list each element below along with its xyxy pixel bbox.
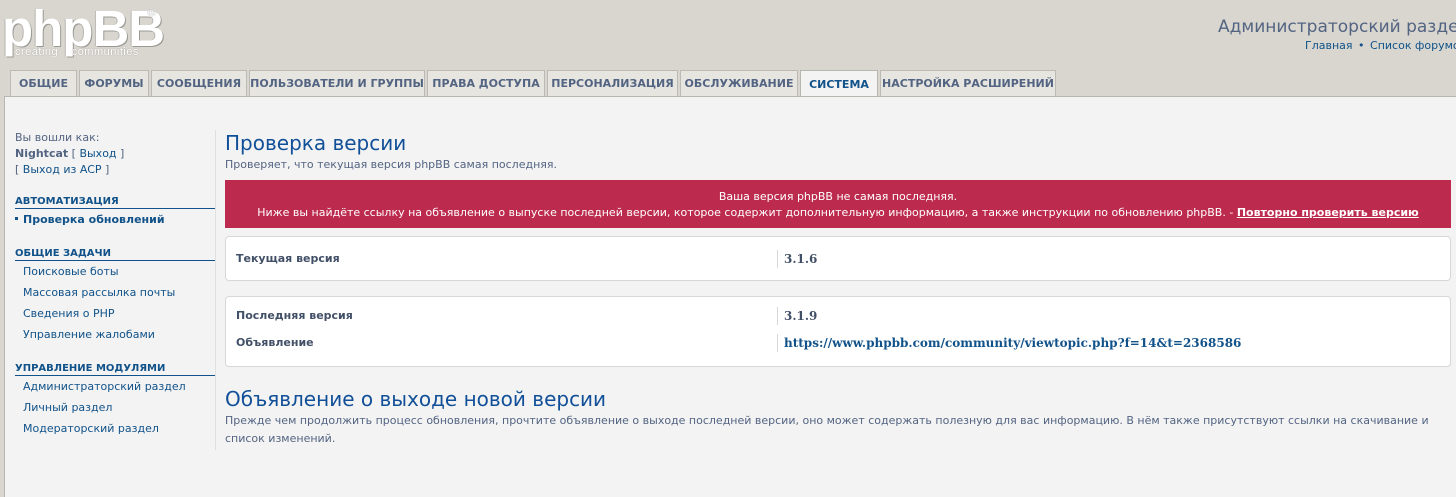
phpbb-logo[interactable]: phpBB ® creating communities: [2, 3, 165, 60]
logged-in-label: Вы вошли как:: [15, 131, 100, 144]
page-description: Проверяет, что текущая версия phpBB сама…: [225, 158, 557, 171]
login-info: Вы вошли как: Nightcat [ Выход ] [ Выход…: [15, 130, 215, 178]
announcement-section-text: Прежде чем продолжить процесс обновления…: [225, 414, 1429, 445]
menu-item-acp-modules[interactable]: Администраторский раздел: [15, 376, 215, 397]
announcement-link[interactable]: https://www.phpbb.com/community/viewtopi…: [784, 336, 1241, 350]
menu-item-ucp-modules[interactable]: Личный раздел: [15, 397, 215, 418]
error-line-1: Ваша версия phpBB не самая последняя.: [718, 190, 958, 203]
current-version-label: Текущая версия: [236, 252, 340, 265]
tab-extensions[interactable]: Настройка расширений: [880, 70, 1056, 96]
bracket-open: [: [15, 163, 20, 176]
menu-heading-general-tasks: Общие задачи: [15, 248, 215, 261]
header-links: Главная • Список форумов: [1305, 39, 1456, 52]
bracket-close: ]: [120, 147, 125, 160]
tab-forums[interactable]: Форумы: [79, 70, 149, 96]
logo-tagline: creating communities: [15, 46, 139, 58]
menu-item-mcp-modules[interactable]: Модераторский раздел: [15, 418, 215, 439]
tab-permissions[interactable]: Права доступа: [427, 70, 545, 96]
latest-version-box: Последняя версия 3.1.9 Объявление https:…: [225, 296, 1451, 367]
bracket-close: ]: [105, 163, 110, 176]
announcement-section-title: Объявление о выходе новой версии: [225, 387, 607, 411]
home-link[interactable]: Главная: [1305, 39, 1353, 52]
latest-version-value: 3.1.9: [777, 306, 817, 325]
menu-item-mass-email[interactable]: Массовая рассылка почты: [15, 282, 215, 303]
error-line-2: Ниже вы найдёте ссылку на объявление о в…: [225, 205, 1451, 221]
outdated-version-error: Ваша версия phpBB не самая последняя. Ни…: [225, 180, 1451, 228]
tab-system[interactable]: Система: [800, 70, 878, 97]
main-content: Проверка версии Проверяет, что текущая в…: [225, 130, 1451, 448]
menu-item-report-reasons[interactable]: Управление жалобами: [15, 324, 215, 345]
sidebar-divider: [215, 130, 216, 450]
error-text: Ниже вы найдёте ссылку на объявление о в…: [257, 206, 1234, 219]
current-version-row: Текущая версия 3.1.6: [236, 245, 1440, 272]
bracket-open: [: [71, 147, 76, 160]
forum-list-link[interactable]: Список форумов: [1370, 39, 1456, 52]
username: Nightcat: [15, 147, 69, 160]
latest-version-row: Последняя версия 3.1.9: [236, 302, 1440, 329]
current-version-value: 3.1.6: [777, 249, 817, 268]
logout-link[interactable]: Выход: [79, 147, 116, 160]
tab-general[interactable]: Общие: [10, 70, 77, 96]
menu-item-php-info[interactable]: Сведения о PHP: [15, 303, 215, 324]
recheck-version-link[interactable]: Повторно проверить версию: [1237, 206, 1419, 219]
announcement-row: Объявление https://www.phpbb.com/communi…: [236, 329, 1440, 356]
user-line: Nightcat [ Выход ]: [15, 146, 215, 162]
menu-item-search-bots[interactable]: Поисковые боты: [15, 261, 215, 282]
menu-item-version-check[interactable]: Проверка обновлений: [15, 209, 215, 230]
announcement-label: Объявление: [236, 336, 314, 349]
tab-posting[interactable]: Сообщения: [151, 70, 247, 96]
menu-heading-automation: Автоматизация: [15, 196, 215, 209]
tab-customise[interactable]: Персонализация: [547, 70, 678, 96]
link-separator: •: [1358, 39, 1365, 52]
logo-registered-mark: ®: [146, 6, 157, 19]
exit-acp-line: [ Выход из ACP ]: [15, 162, 215, 178]
announcement-value: https://www.phpbb.com/community/viewtopi…: [777, 333, 1241, 352]
current-version-box: Текущая версия 3.1.6: [225, 236, 1451, 281]
menu-heading-module-management: Управление модулями: [15, 363, 215, 376]
exit-acp-link[interactable]: Выход из ACP: [23, 163, 102, 176]
latest-version-label: Последняя версия: [236, 309, 353, 322]
page-title: Проверка версии: [225, 131, 407, 155]
tab-maintenance[interactable]: Обслуживание: [680, 70, 798, 96]
site-title: Администраторский раздел: [1218, 17, 1456, 37]
main-tabs: Общие Форумы Сообщения Пользователи и гр…: [10, 70, 1058, 97]
tab-users-groups[interactable]: Пользователи и группы: [249, 70, 425, 96]
sidebar: Вы вошли как: Nightcat [ Выход ] [ Выход…: [15, 130, 215, 439]
